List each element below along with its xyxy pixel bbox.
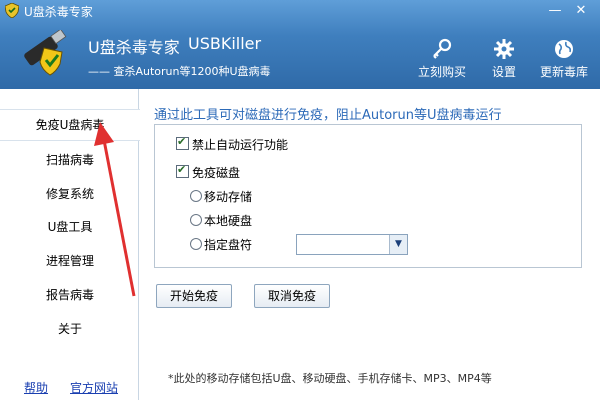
- chevron-down-icon[interactable]: ▼: [389, 235, 407, 254]
- buy-now-button[interactable]: 立刻购买: [418, 38, 466, 80]
- header-banner: U盘杀毒专家 — ✕ U盘杀毒专家 USBKiller —— 查杀Autorun…: [0, 0, 600, 89]
- disable-autorun-label: 禁止自动运行功能: [192, 138, 289, 152]
- minimize-button[interactable]: —: [544, 3, 566, 18]
- sidebar-item-about[interactable]: 关于: [0, 320, 140, 337]
- close-button[interactable]: ✕: [570, 3, 592, 18]
- gear-icon: [494, 39, 514, 59]
- start-immune-button[interactable]: 开始免疫: [156, 284, 232, 308]
- globe-icon: [555, 40, 573, 58]
- disable-autorun-checkbox[interactable]: [176, 135, 189, 150]
- usb-shield-logo-icon: [24, 30, 67, 76]
- removable-storage-radio[interactable]: [190, 190, 202, 202]
- app-name-en: USBKiller: [188, 34, 262, 53]
- immune-disk-checkbox[interactable]: [176, 163, 189, 178]
- immune-disk-label: 免疫磁盘: [192, 166, 241, 180]
- help-link[interactable]: 帮助: [24, 379, 48, 396]
- buy-now-label: 立刻购买: [418, 65, 467, 79]
- shield-icon: [5, 3, 19, 18]
- removable-storage-label: 移动存储: [204, 190, 253, 204]
- key-icon: [433, 38, 452, 59]
- footnote: *此处的移动存储包括U盘、移动硬盘、手机存储卡、MP3、MP4等: [168, 372, 492, 385]
- main-heading: 通过此工具可对磁盘进行免疫，阻止Autorun等U盘病毒运行: [154, 108, 502, 123]
- settings-label: 设置: [491, 65, 516, 79]
- red-arrow-annotation: [94, 122, 136, 297]
- local-disk-label: 本地硬盘: [204, 214, 253, 228]
- app-name: U盘杀毒专家: [88, 38, 180, 57]
- official-site-link[interactable]: 官方网站: [70, 379, 118, 396]
- update-virus-db-label: 更新毒库: [539, 65, 588, 79]
- settings-button[interactable]: 设置: [486, 38, 522, 80]
- cancel-immune-button[interactable]: 取消免疫: [254, 284, 330, 308]
- tagline: —— 查杀Autorun等1200种U盘病毒: [88, 65, 271, 78]
- drive-letter-select[interactable]: ▼: [296, 234, 408, 255]
- specify-drive-label: 指定盘符: [204, 238, 253, 252]
- title-bar[interactable]: U盘杀毒专家 — ✕: [0, 0, 600, 22]
- update-virus-db-button[interactable]: 更新毒库: [538, 38, 590, 80]
- window-title: U盘杀毒专家: [24, 5, 93, 19]
- specify-drive-radio[interactable]: [190, 238, 202, 250]
- local-disk-radio[interactable]: [190, 214, 202, 226]
